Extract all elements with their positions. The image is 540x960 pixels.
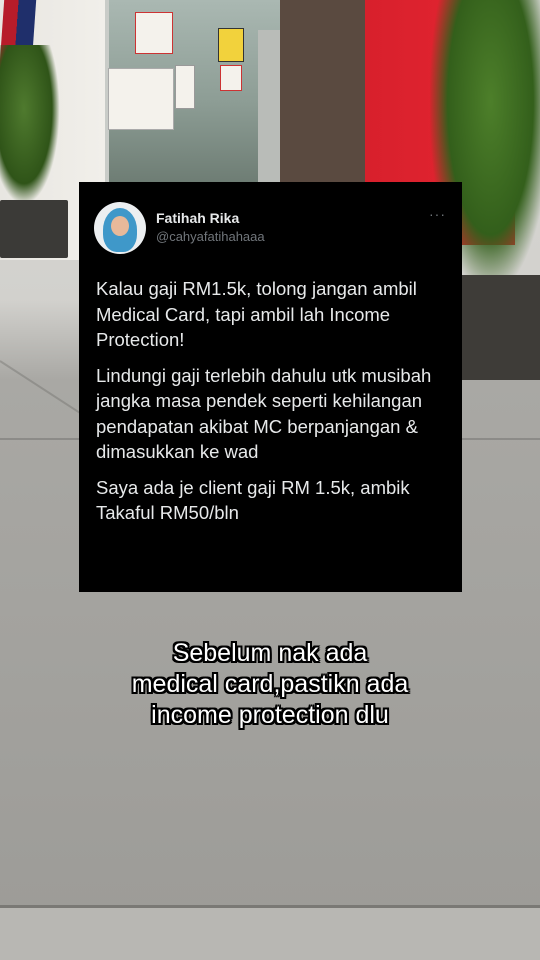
planter-right	[462, 275, 540, 380]
tweet-paragraph: Kalau gaji RM1.5k, tolong jangan ambil M…	[96, 278, 417, 350]
door-notice	[220, 65, 242, 91]
tweet-paragraph: Saya ada je client gaji RM 1.5k, ambik T…	[96, 476, 410, 524]
tweet-paragraph: Lindungi gaji terlebih dahulu utk musiba…	[96, 364, 432, 463]
tweet-text: Kalau gaji RM1.5k, tolong jangan ambil M…	[96, 276, 446, 536]
avatar-face	[111, 216, 129, 236]
door-notice	[175, 65, 195, 109]
potted-plant-left	[0, 45, 60, 205]
door-notice	[108, 68, 174, 130]
avatar[interactable]	[94, 202, 146, 254]
shop-door	[280, 0, 365, 185]
door-notice	[135, 12, 173, 54]
author-name[interactable]: Fatihah Rika	[156, 210, 239, 226]
caption-line: medical card,pastikn ada	[131, 670, 409, 698]
tweet-card: Fatihah Rika @cahyafatihahaaa ··· Kalau …	[79, 182, 462, 592]
caption-line: Sebelum nak ada	[172, 639, 368, 667]
floor-tile	[0, 908, 540, 960]
more-options-icon[interactable]: ···	[429, 206, 446, 222]
door-notice	[218, 28, 244, 62]
caption-line: income protection dlu	[151, 701, 389, 729]
author-handle[interactable]: @cahyafatihahaaa	[156, 229, 265, 244]
planter-left	[0, 200, 68, 258]
video-caption: Sebelum nak ada medical card,pastikn ada…	[0, 638, 540, 731]
door-frame	[258, 30, 280, 185]
